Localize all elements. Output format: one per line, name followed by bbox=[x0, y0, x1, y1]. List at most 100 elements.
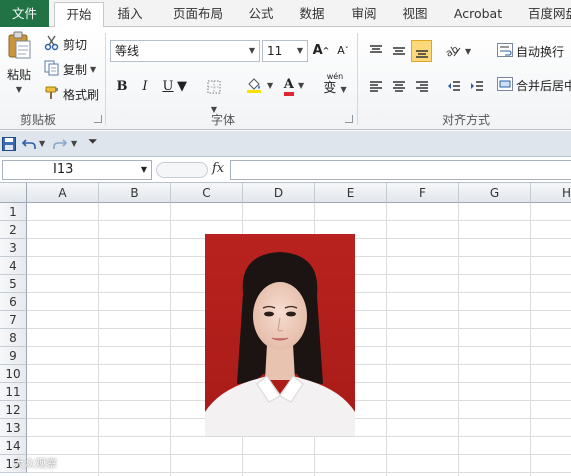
column-header-h[interactable]: H bbox=[531, 183, 571, 203]
paint-bucket-icon bbox=[245, 74, 263, 96]
tab-formulas[interactable]: 公式 bbox=[243, 2, 279, 27]
tab-baidu-netdisk[interactable]: 百度网盘 bbox=[523, 2, 571, 27]
id-photo[interactable] bbox=[205, 234, 355, 436]
copy-dropdown-icon[interactable]: ▼ bbox=[90, 65, 96, 74]
wrap-text-label: 自动换行 bbox=[516, 45, 565, 59]
grow-font-button[interactable]: A^ bbox=[312, 40, 330, 62]
row-header-7[interactable]: 7 bbox=[0, 311, 27, 329]
column-header-f[interactable]: F bbox=[387, 183, 459, 203]
name-box-value: I13 bbox=[53, 162, 74, 177]
font-name-value: 等线 bbox=[115, 44, 140, 58]
row-header-6[interactable]: 6 bbox=[0, 293, 27, 311]
align-center-button[interactable] bbox=[389, 76, 409, 98]
fill-color-button[interactable]: ▼ bbox=[244, 74, 274, 96]
worksheet-grid[interactable]: A B C D E F G H 1 2 3 4 5 6 7 8 9 10 11 … bbox=[0, 183, 571, 476]
tab-acrobat[interactable]: Acrobat bbox=[447, 2, 509, 27]
copy-button[interactable]: 复制 ▼ bbox=[44, 60, 96, 79]
clipboard-group-label: 剪贴板 bbox=[20, 113, 57, 127]
redo-icon[interactable] bbox=[53, 137, 68, 154]
shrink-font-letter: A bbox=[337, 44, 345, 57]
tab-home[interactable]: 开始 bbox=[54, 2, 104, 28]
column-header-d[interactable]: D bbox=[243, 183, 315, 203]
chevron-down-icon: ▼ bbox=[296, 46, 304, 55]
font-dialog-launcher-icon[interactable] bbox=[345, 115, 353, 123]
row-header-2[interactable]: 2 bbox=[0, 221, 27, 239]
id-photo-drawing bbox=[205, 234, 355, 436]
align-top-button[interactable] bbox=[366, 40, 386, 62]
formula-bar-splitter[interactable] bbox=[156, 162, 208, 178]
font-color-button[interactable]: A ▼ bbox=[280, 74, 308, 96]
font-name-select[interactable]: 等线 ▼ bbox=[110, 40, 260, 62]
insert-function-button[interactable]: fx bbox=[212, 161, 224, 176]
increase-indent-button[interactable] bbox=[467, 76, 487, 98]
align-bottom-button[interactable] bbox=[411, 40, 432, 62]
customize-qat-icon[interactable]: ⏷ bbox=[88, 134, 98, 149]
align-middle-button[interactable] bbox=[389, 40, 409, 62]
row-header-13[interactable]: 13 bbox=[0, 419, 27, 437]
row-header-12[interactable]: 12 bbox=[0, 401, 27, 419]
formula-input[interactable] bbox=[230, 160, 571, 180]
phonetic-guide-button[interactable]: wén 变 ▼ bbox=[318, 71, 352, 99]
column-header-b[interactable]: B bbox=[99, 183, 171, 203]
row-header-8[interactable]: 8 bbox=[0, 329, 27, 347]
tab-page-layout[interactable]: 页面布局 bbox=[160, 2, 236, 27]
row-header-3[interactable]: 3 bbox=[0, 239, 27, 257]
format-painter-button[interactable]: 格式刷 bbox=[44, 85, 99, 104]
bold-button[interactable]: B bbox=[112, 76, 132, 98]
undo-dropdown-icon[interactable]: ▼ bbox=[39, 139, 45, 148]
formula-bar: I13 ▼ fx bbox=[0, 157, 571, 183]
paste-button[interactable]: 粘贴 ▼ bbox=[4, 31, 34, 94]
fill-color-dropdown-icon: ▼ bbox=[266, 81, 274, 90]
orientation-dropdown-icon: ▼ bbox=[464, 47, 472, 56]
tab-insert[interactable]: 插入 bbox=[107, 2, 153, 27]
column-header-c[interactable]: C bbox=[171, 183, 243, 203]
format-painter-icon bbox=[44, 85, 60, 104]
font-size-select[interactable]: 11 ▼ bbox=[262, 40, 308, 62]
underline-button[interactable]: U bbox=[158, 76, 178, 98]
row-header-11[interactable]: 11 bbox=[0, 383, 27, 401]
ribbon-separator bbox=[357, 33, 358, 125]
cut-button[interactable]: 剪切 bbox=[44, 35, 87, 54]
name-box[interactable]: I13 ▼ bbox=[2, 160, 152, 180]
row-header-5[interactable]: 5 bbox=[0, 275, 27, 293]
row-header-1[interactable]: 1 bbox=[0, 203, 27, 221]
borders-button[interactable]: ▼ bbox=[202, 76, 226, 114]
orientation-button[interactable]: ab ▼ bbox=[444, 40, 472, 62]
wrap-text-button[interactable]: 自动换行 bbox=[497, 43, 564, 60]
row-header-14[interactable]: 14 bbox=[0, 437, 27, 455]
decrease-indent-button[interactable] bbox=[444, 76, 464, 98]
tab-view[interactable]: 视图 bbox=[397, 2, 433, 27]
paste-dropdown-icon[interactable]: ▼ bbox=[16, 85, 22, 94]
row-header-4[interactable]: 4 bbox=[0, 257, 27, 275]
format-painter-label: 格式刷 bbox=[63, 88, 100, 102]
font-color-dropdown-icon: ▼ bbox=[298, 81, 305, 90]
redo-dropdown-icon[interactable]: ▼ bbox=[71, 139, 77, 148]
font-group-label: 字体 bbox=[211, 113, 236, 127]
tab-data[interactable]: 数据 bbox=[292, 2, 332, 27]
paste-label: 粘贴 bbox=[6, 68, 31, 82]
italic-button[interactable]: I bbox=[135, 76, 155, 98]
grid-line bbox=[27, 436, 571, 437]
phonetic-char-label: 变 bbox=[323, 81, 337, 96]
select-all-corner[interactable] bbox=[0, 183, 27, 203]
align-middle-icon bbox=[392, 40, 406, 62]
underline-dropdown-icon[interactable]: ▼ bbox=[177, 76, 187, 98]
merge-center-button[interactable]: 合并后居中 bbox=[497, 77, 571, 94]
column-header-g[interactable]: G bbox=[459, 183, 531, 203]
scissors-icon bbox=[44, 35, 60, 54]
font-color-letter: A bbox=[283, 77, 294, 96]
save-icon[interactable] bbox=[2, 137, 16, 154]
clipboard-dialog-launcher-icon[interactable] bbox=[94, 115, 102, 123]
decrease-indent-icon bbox=[447, 76, 461, 98]
shrink-font-button[interactable]: Aˇ bbox=[334, 40, 352, 62]
tab-file[interactable]: 文件 bbox=[0, 0, 49, 27]
column-header-e[interactable]: E bbox=[315, 183, 387, 203]
row-header-9[interactable]: 9 bbox=[0, 347, 27, 365]
align-left-button[interactable] bbox=[366, 76, 386, 98]
column-header-a[interactable]: A bbox=[27, 183, 99, 203]
tab-review[interactable]: 审阅 bbox=[345, 2, 383, 27]
font-size-value: 11 bbox=[267, 44, 283, 58]
undo-icon[interactable] bbox=[21, 137, 36, 154]
row-header-10[interactable]: 10 bbox=[0, 365, 27, 383]
align-right-button[interactable] bbox=[412, 76, 432, 98]
